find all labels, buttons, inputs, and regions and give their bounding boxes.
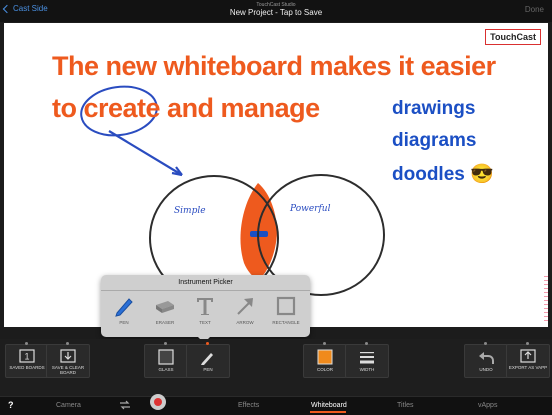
glass-button[interactable]: GLASS bbox=[144, 342, 188, 378]
done-button[interactable]: Done bbox=[525, 5, 544, 14]
color-button[interactable]: COLOR bbox=[303, 342, 347, 378]
rectangle-icon bbox=[276, 296, 296, 316]
saved-boards-button[interactable]: 1 SAVED BOARDS bbox=[5, 342, 49, 378]
edge-ruler bbox=[544, 273, 548, 323]
export-vapp-button[interactable]: EXPORT AS VAPP bbox=[506, 342, 550, 378]
tool-text[interactable]: TEXT bbox=[185, 295, 225, 325]
tool-pen[interactable]: PEN bbox=[104, 295, 144, 325]
tab-camera[interactable]: Camera bbox=[56, 402, 81, 409]
instrument-picker: Instrument Picker PEN ERASER TEXT ARROW … bbox=[101, 275, 310, 337]
tool-rectangle[interactable]: RECTANGLE bbox=[266, 295, 306, 325]
tab-titles[interactable]: Titles bbox=[397, 402, 413, 409]
picker-title: Instrument Picker bbox=[178, 279, 233, 286]
venn-right-label: Powerful bbox=[290, 204, 331, 214]
tool-arrow[interactable]: ARROW bbox=[225, 295, 265, 325]
help-button[interactable]: ? bbox=[8, 400, 14, 410]
color-swatch-icon bbox=[317, 349, 333, 365]
undo-icon bbox=[479, 352, 494, 364]
text-icon bbox=[197, 298, 213, 315]
glass-icon bbox=[158, 349, 174, 365]
drawn-arrow bbox=[108, 130, 183, 176]
project-title[interactable]: New Project - Tap to Save bbox=[0, 8, 552, 17]
tab-vapps[interactable]: vApps bbox=[478, 402, 497, 409]
width-button[interactable]: WIDTH bbox=[345, 342, 389, 378]
undo-button[interactable]: UNDO bbox=[464, 342, 508, 378]
tab-whiteboard[interactable]: Whiteboard bbox=[311, 402, 347, 409]
line-width-icon bbox=[360, 352, 374, 364]
boards-icon: 1 bbox=[19, 349, 35, 363]
tab-bar: ? Camera Effects Whiteboard Titles vApps bbox=[0, 396, 552, 415]
export-icon bbox=[520, 349, 536, 363]
top-bar: Cast Side TouchCast Studio New Project -… bbox=[0, 0, 552, 22]
eraser-icon bbox=[156, 301, 174, 313]
switch-camera-icon[interactable] bbox=[118, 400, 132, 412]
side-item-diagrams: diagrams bbox=[392, 130, 477, 151]
arrow-icon bbox=[237, 298, 253, 315]
venn-left-label: Simple bbox=[174, 206, 206, 216]
active-tab-indicator bbox=[310, 411, 346, 413]
pen-icon bbox=[115, 298, 133, 317]
save-board-icon bbox=[60, 349, 76, 363]
pen-button[interactable]: PEN bbox=[186, 342, 230, 378]
record-button[interactable] bbox=[150, 394, 166, 410]
side-item-drawings: drawings bbox=[392, 98, 476, 119]
headline-line-1: The new whiteboard makes it easier bbox=[52, 51, 496, 81]
svg-text:1: 1 bbox=[24, 352, 29, 362]
tab-effects[interactable]: Effects bbox=[238, 402, 259, 409]
touchcast-logo: TouchCast bbox=[485, 29, 541, 45]
save-clear-board-button[interactable]: SAVE & CLEAR BOARD bbox=[46, 342, 90, 378]
picker-divider bbox=[101, 290, 310, 291]
headline-line-2: to create and manage bbox=[52, 93, 320, 123]
pen-tool-icon bbox=[201, 353, 213, 365]
side-item-doodles: doodles 😎 bbox=[392, 164, 494, 185]
tool-eraser[interactable]: ERASER bbox=[145, 295, 185, 325]
